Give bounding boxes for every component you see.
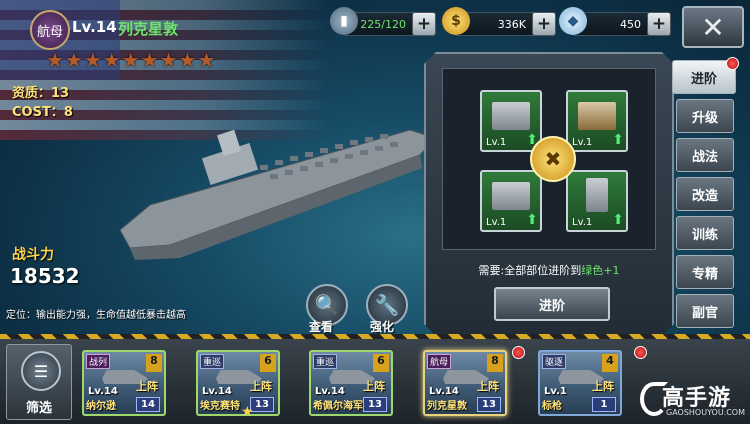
notification-dot <box>512 346 525 359</box>
ship-level: Lv.14 <box>72 18 117 36</box>
diamond-icon: ◆ <box>559 7 587 35</box>
ship-name: 列克星敦 <box>118 20 179 38</box>
card-ship-name: 埃克赛特 <box>200 401 240 412</box>
tab-remodel[interactable]: 改造 <box>676 177 734 211</box>
filter-button[interactable]: ☰ 筛选 <box>6 344 72 420</box>
deployed-status: 上阵 <box>592 380 614 393</box>
equipment-part-icon <box>578 102 616 130</box>
ship-type-badge: 航母 <box>30 10 70 50</box>
role-description: 定位：输出能力强，生命值越低暴击越高 <box>6 310 186 321</box>
star-icon: ★ <box>241 404 254 420</box>
fuel-value: 225/120 <box>360 17 406 31</box>
skill-level: 13 <box>250 397 274 412</box>
fleet-card-selected[interactable]: 航母 8 Lv.14 上阵 列克星敦 13 <box>423 350 507 416</box>
upgrade-arrow-icon: ⬆ <box>526 212 538 228</box>
tab-specialization[interactable]: 专精 <box>676 255 734 289</box>
advance-requirement: 需要:全部部位进阶到绿色+1 <box>444 262 654 278</box>
star-rating: ★★★★★★★★★ <box>46 48 217 72</box>
ship-class: 航母 <box>427 354 452 369</box>
tab-adjutant[interactable]: 副官 <box>676 294 734 328</box>
card-level: Lv.14 <box>315 386 345 397</box>
combat-power-label: 战斗力 <box>12 247 54 263</box>
filter-icon: ☰ <box>21 351 61 391</box>
aircraft-carrier-image <box>119 129 436 260</box>
deployed-status: 上阵 <box>363 380 385 393</box>
view-label: 查看 <box>309 320 334 334</box>
add-gold-button[interactable]: + <box>532 12 556 36</box>
part-level: Lv.1 <box>572 137 593 148</box>
deployed-status: 上阵 <box>136 380 158 393</box>
rank-badge: 4 <box>602 354 618 372</box>
flight-deck-part-icon <box>492 102 530 130</box>
part-level: Lv.1 <box>486 217 507 228</box>
diamond-value: 450 <box>620 17 641 31</box>
add-fuel-button[interactable]: + <box>412 12 436 36</box>
cost-stat: COST：8 <box>12 105 73 120</box>
magnifier-icon: 🔍 <box>314 293 340 317</box>
hull-part-icon <box>492 182 530 210</box>
requirement-text: 需要:全部部位进阶到 <box>478 264 582 277</box>
fleet-card[interactable]: 驱逐 4 Lv.1 上阵 标枪 1 <box>538 350 622 416</box>
card-ship-name: 标枪 <box>542 401 562 412</box>
enhance-label: 强化 <box>370 320 395 334</box>
fleet-card[interactable]: 重巡 6 Lv.14 上阵 希佩尔海军上将 13 <box>309 350 393 416</box>
upgrade-arrow-icon: ⬆ <box>612 212 624 228</box>
card-level: Lv.14 <box>88 386 118 397</box>
rank-badge: 8 <box>146 354 162 372</box>
skill-level: 1 <box>592 397 616 412</box>
watermark-url: GAOSHOUYOU.COM <box>666 408 746 417</box>
part-slot-tower[interactable]: Lv.1 ⬆ <box>566 170 628 232</box>
advance-button[interactable]: 进阶 <box>494 287 610 321</box>
part-slot-hull[interactable]: Lv.1 ⬆ <box>480 170 542 232</box>
fuel-resource: ▮ 225/120 + <box>330 7 436 36</box>
upgrade-arrow-icon: ⬆ <box>612 132 624 148</box>
diamond-resource: ◆ 450 + <box>559 7 671 36</box>
rank-badge: 6 <box>373 354 389 372</box>
ship-class: 重巡 <box>200 354 225 369</box>
deployed-status: 上阵 <box>477 380 499 393</box>
tab-advance[interactable]: 进阶 <box>672 57 739 94</box>
aptitude-stat: 资质：13 <box>12 86 70 101</box>
part-level: Lv.1 <box>486 137 507 148</box>
part-level: Lv.1 <box>572 217 593 228</box>
ship-class: 驱逐 <box>542 354 567 369</box>
card-level: Lv.14 <box>202 386 232 397</box>
ship-class: 重巡 <box>313 354 338 369</box>
skill-level: 13 <box>477 397 501 412</box>
wrench-hammer-icon: ✖ <box>530 136 576 182</box>
ship-class: 战列 <box>86 354 111 369</box>
tab-label: 进阶 <box>690 71 717 87</box>
skill-level: 14 <box>136 397 160 412</box>
tools-icon: 🔧 <box>374 293 400 317</box>
card-ship-name: 列克星敦 <box>427 401 467 412</box>
fleet-card[interactable]: 重巡 6 Lv.14 上阵 埃克赛特 13 <box>196 350 280 416</box>
tab-training[interactable]: 训练 <box>676 216 734 250</box>
close-icon: ✕ <box>701 10 725 44</box>
tab-tactics[interactable]: 战法 <box>676 138 734 172</box>
card-ship-name: 纳尔逊 <box>86 401 116 412</box>
card-level: Lv.14 <box>429 386 459 397</box>
card-level: Lv.1 <box>544 386 567 397</box>
hazard-stripe <box>0 334 750 339</box>
deployed-status: 上阵 <box>250 380 272 393</box>
gold-coin-icon: $ <box>442 7 470 35</box>
fuel-icon: ▮ <box>330 7 358 35</box>
add-diamond-button[interactable]: + <box>647 12 671 36</box>
tower-part-icon <box>586 178 608 212</box>
gold-value: 336K <box>497 17 526 31</box>
requirement-target: 绿色+1 <box>581 264 620 277</box>
rank-badge: 6 <box>260 354 276 372</box>
fleet-card[interactable]: 战列 8 Lv.14 上阵 纳尔逊 14 <box>82 350 166 416</box>
close-button[interactable]: ✕ <box>682 6 744 48</box>
part-slot-equipment[interactable]: Lv.1 ⬆ <box>566 90 628 152</box>
notification-dot <box>726 57 739 70</box>
part-slot-flight-deck[interactable]: Lv.1 ⬆ <box>480 90 542 152</box>
skill-level: 13 <box>363 397 387 412</box>
combat-power-value: 18532 <box>10 264 80 288</box>
rank-badge: 8 <box>487 354 503 372</box>
gold-resource: $ 336K + <box>442 7 556 36</box>
notification-dot <box>634 346 647 359</box>
tab-upgrade[interactable]: 升级 <box>676 99 734 133</box>
filter-label: 筛选 <box>25 401 52 416</box>
